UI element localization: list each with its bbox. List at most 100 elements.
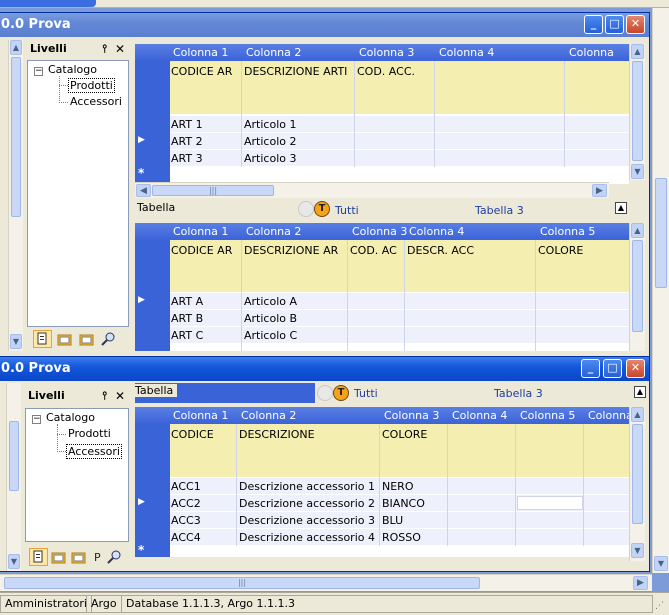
folder-list-icon[interactable]: [69, 548, 88, 566]
tab-tutti[interactable]: Tutti: [335, 204, 359, 217]
scroll-down-icon[interactable]: ▼: [8, 554, 20, 569]
folder-table-icon[interactable]: [49, 548, 68, 566]
grid-cell[interactable]: DESCRIZIONE AR: [244, 244, 338, 257]
top-window-maximize-button[interactable]: □: [605, 15, 624, 34]
tree-node-accessori[interactable]: Accessori: [70, 95, 122, 108]
grid-cell[interactable]: ART 2: [171, 135, 203, 148]
column-header[interactable]: Colonna 2: [246, 225, 301, 238]
grid-cell[interactable]: COLORE: [538, 244, 583, 257]
tree-collapse-icon[interactable]: −: [32, 415, 41, 424]
column-header[interactable]: Colonna 2: [246, 46, 301, 59]
scroll-thumb[interactable]: [632, 61, 643, 161]
panel-close-icon[interactable]: ✕: [115, 387, 125, 405]
grid-cell[interactable]: ART B: [171, 312, 203, 325]
scroll-up-icon[interactable]: ▲: [631, 223, 644, 238]
t-filter-icon[interactable]: T: [333, 385, 349, 401]
table-row[interactable]: [170, 150, 629, 167]
grid-cell[interactable]: COLORE: [382, 428, 427, 441]
grid-cell[interactable]: CODICE AR: [171, 244, 232, 257]
column-header[interactable]: Colonna 4: [409, 225, 464, 238]
scroll-down-icon[interactable]: ▼: [631, 543, 644, 558]
scroll-up-icon[interactable]: ▲: [631, 407, 644, 422]
app-scroll-down-icon[interactable]: ▼: [654, 556, 668, 571]
bottom-window-minimize-button[interactable]: _: [581, 359, 600, 378]
grid-cell[interactable]: CODICE: [171, 428, 214, 441]
column-header[interactable]: Colonna 1: [173, 46, 228, 59]
tree-node-catalogo[interactable]: Catalogo: [48, 63, 97, 76]
lower-grid-vertical-scrollbar[interactable]: ▲: [629, 223, 645, 351]
column-header[interactable]: Colonna 4: [452, 409, 507, 422]
grid-cell[interactable]: ART 1: [171, 118, 203, 131]
column-header[interactable]: Colonna 4: [439, 46, 494, 59]
column-header[interactable]: Colonna 3: [352, 225, 407, 238]
column-header[interactable]: Colonna: [569, 46, 614, 59]
grid-cell[interactable]: ACC2: [171, 497, 201, 510]
tree-node-prodotti[interactable]: Prodotti: [68, 427, 111, 440]
panel-close-icon[interactable]: ✕: [115, 40, 125, 58]
grid-cell[interactable]: ACC3: [171, 514, 201, 527]
grid-cell[interactable]: ART A: [171, 295, 203, 308]
folder-list-icon[interactable]: [77, 330, 96, 348]
grid-cell[interactable]: DESCRIZIONE ARTI: [244, 65, 347, 78]
top-window-close-button[interactable]: ✕: [626, 15, 645, 34]
scroll-thumb[interactable]: [9, 421, 19, 491]
grid-cell[interactable]: Articolo 3: [244, 152, 296, 165]
table-row[interactable]: [170, 310, 629, 327]
grid-cell[interactable]: DESCRIZIONE: [239, 428, 315, 441]
column-header[interactable]: Colonna 1: [173, 225, 228, 238]
grid-cell[interactable]: ACC1: [171, 480, 201, 493]
grid-cell[interactable]: Descrizione accessorio 1: [239, 480, 375, 493]
grid-cell[interactable]: Articolo C: [244, 329, 297, 342]
app-scroll-thumb[interactable]: |||: [4, 577, 480, 589]
scroll-thumb[interactable]: [11, 57, 21, 217]
grid-cell[interactable]: Descrizione accessorio 3: [239, 514, 375, 527]
folder-table-icon[interactable]: [55, 330, 74, 348]
scroll-left-icon[interactable]: ◀: [136, 184, 151, 197]
grid-cell[interactable]: COD. ACC.: [357, 65, 415, 78]
app-horizontal-scrollbar[interactable]: ||| ▶: [0, 574, 652, 591]
grid-cell[interactable]: Descrizione accessorio 4: [239, 531, 375, 544]
bottom-left-scrollbar[interactable]: ▼: [6, 383, 21, 571]
grid-cell[interactable]: Articolo 2: [244, 135, 296, 148]
t-filter-icon[interactable]: T: [314, 201, 330, 217]
column-header[interactable]: Colonna 1: [173, 409, 228, 422]
top-left-scrollbar[interactable]: ▲ ▼: [8, 40, 23, 351]
app-scroll-thumb[interactable]: [655, 178, 667, 288]
scroll-up-icon[interactable]: ▲: [631, 44, 644, 59]
column-header[interactable]: Colonna 3: [384, 409, 439, 422]
bottom-window-maximize-button[interactable]: □: [603, 359, 622, 378]
circle-icon[interactable]: [298, 201, 314, 217]
scroll-up-icon[interactable]: ▲: [10, 40, 22, 55]
column-header[interactable]: Colonna 2: [241, 409, 296, 422]
grid-cell[interactable]: COD. AC: [350, 244, 397, 257]
table-row[interactable]: [170, 116, 629, 133]
grid-cell[interactable]: CODICE AR: [171, 65, 232, 78]
table-row[interactable]: [170, 327, 629, 344]
scroll-thumb[interactable]: |||: [152, 185, 274, 196]
tree-collapse-icon[interactable]: −: [34, 67, 43, 76]
column-header[interactable]: Colonna 3: [359, 46, 414, 59]
column-header[interactable]: Colonna: [588, 409, 633, 422]
grid-cell[interactable]: ROSSO: [382, 531, 421, 544]
tree-node-prodotti[interactable]: Prodotti: [68, 78, 115, 93]
search-icon[interactable]: [99, 330, 118, 348]
app-scroll-right-icon[interactable]: ▶: [633, 576, 648, 590]
bottom-tree-view[interactable]: − Catalogo Prodotti Accessori: [25, 408, 129, 542]
bottom-grid-vertical-scrollbar[interactable]: ▲ ▼: [629, 407, 645, 561]
pin-icon[interactable]: ⫯: [102, 40, 107, 58]
tree-view-icon[interactable]: [33, 330, 52, 348]
collapse-icon[interactable]: ▲: [634, 386, 646, 398]
grid-cell[interactable]: ART 3: [171, 152, 203, 165]
tab-tabella-3[interactable]: Tabella 3: [494, 387, 543, 400]
grid-cell[interactable]: BLU: [382, 514, 403, 527]
grid-cell[interactable]: Articolo 1: [244, 118, 296, 131]
bottom-window-titlebar[interactable]: 0.0 Prova _ □ ✕: [0, 357, 649, 381]
collapse-icon[interactable]: ▲: [615, 202, 627, 214]
grid-cell[interactable]: ART C: [171, 329, 203, 342]
table-row[interactable]: [170, 293, 629, 310]
column-header[interactable]: Colonna 5: [540, 225, 595, 238]
upper-grid-vertical-scrollbar[interactable]: ▲ ▼: [629, 44, 645, 180]
grid-cell[interactable]: NERO: [382, 480, 413, 493]
grid-cell[interactable]: BIANCO: [382, 497, 425, 510]
tab-tutti[interactable]: Tutti: [354, 387, 378, 400]
